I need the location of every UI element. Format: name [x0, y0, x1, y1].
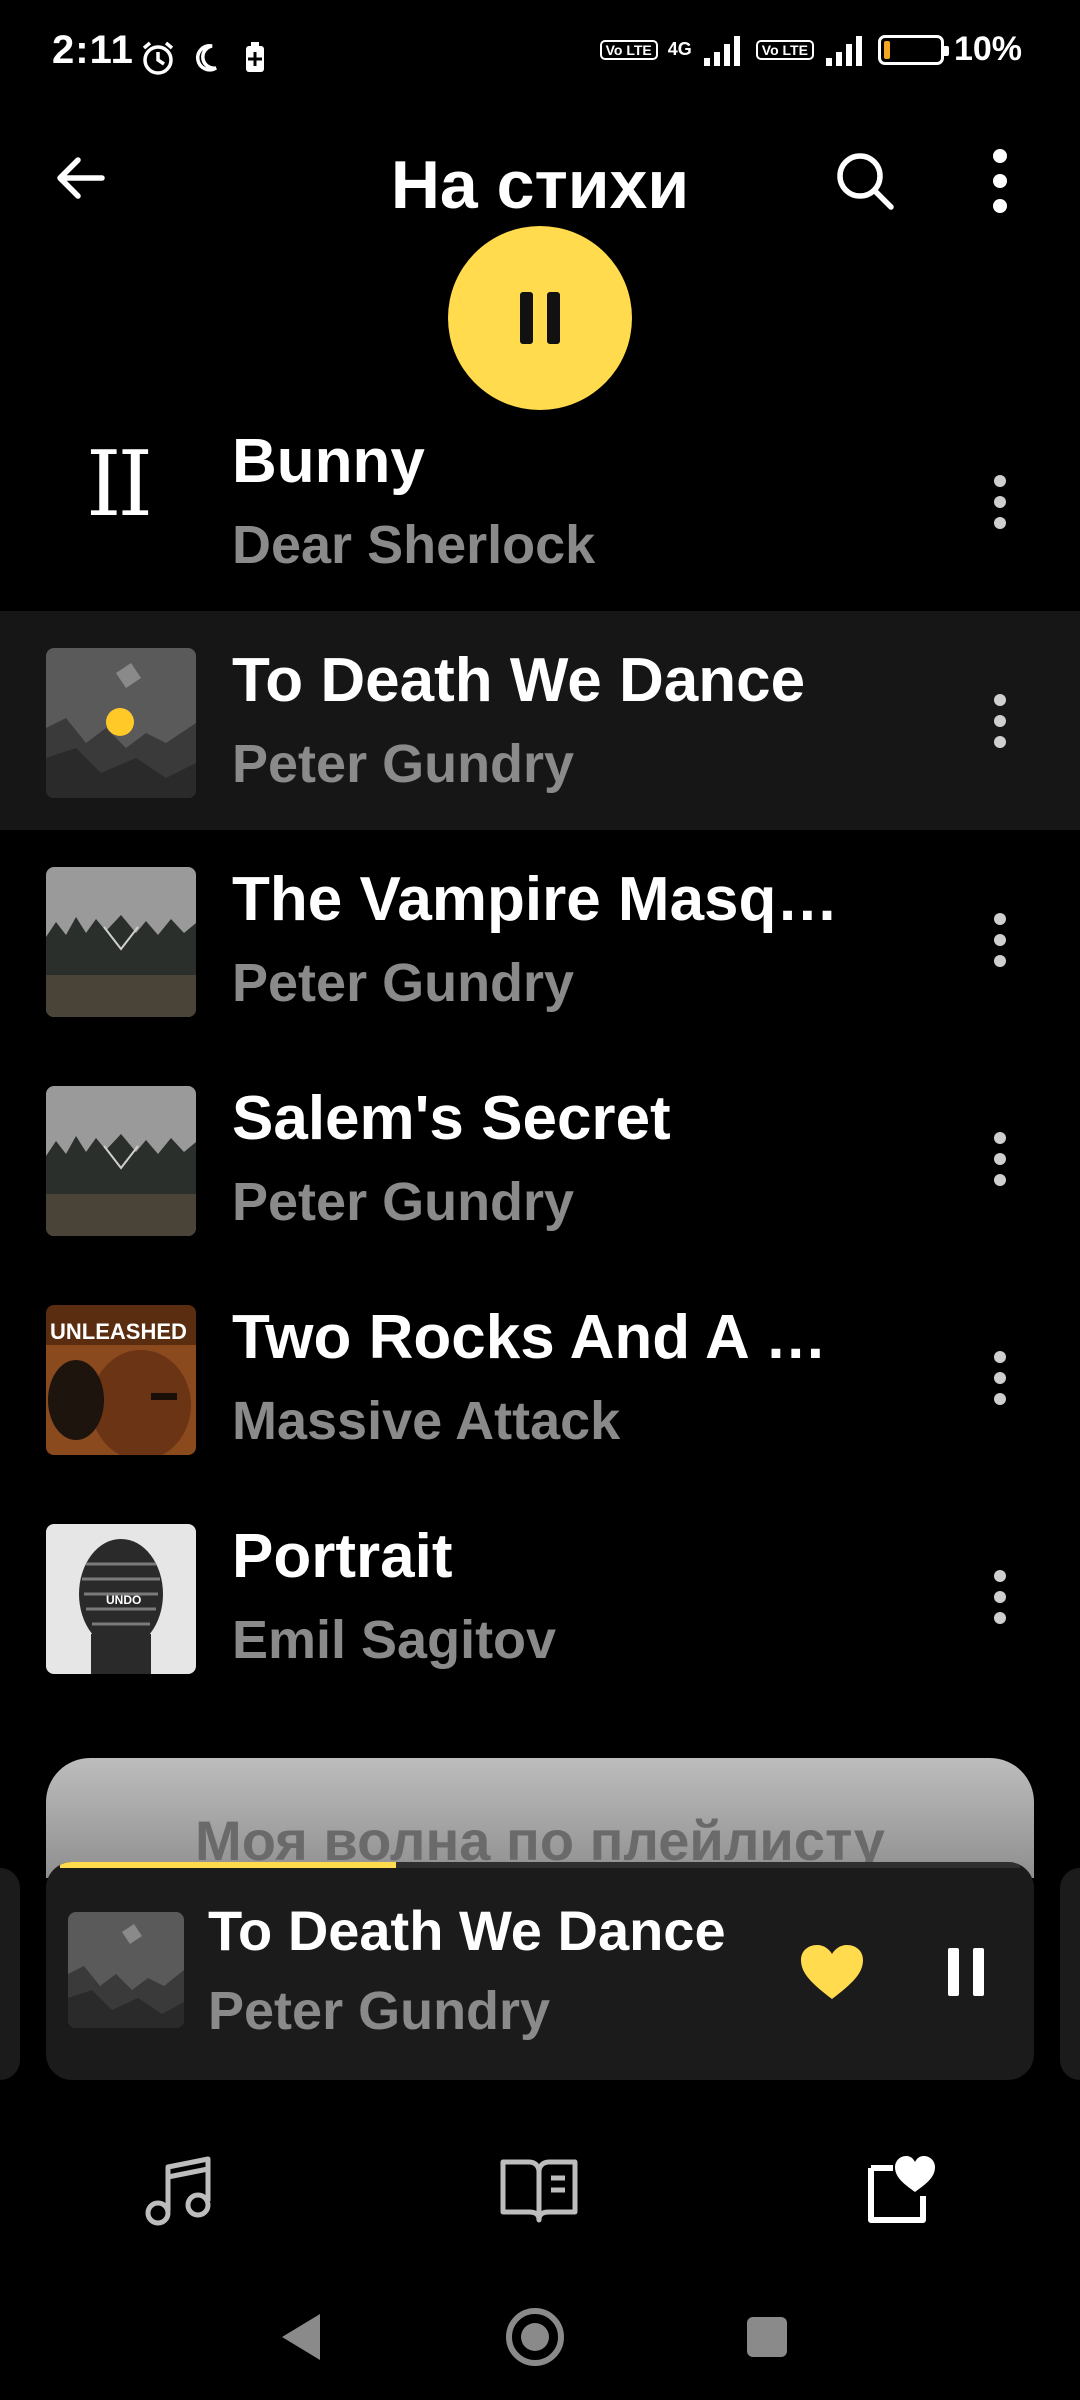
pause-icon: [520, 292, 560, 344]
track-list: II Bunny Dear Sherlock To Death We Dance…: [0, 392, 1080, 1706]
volte-badge-2: Vo LTE: [755, 39, 814, 60]
track-more-button[interactable]: [970, 671, 1030, 771]
more-options-button[interactable]: [960, 136, 1040, 226]
track-artist: Massive Attack: [232, 1391, 621, 1451]
track-artist: Emil Sagitov: [232, 1610, 557, 1670]
track-cover: UNDO: [46, 1524, 196, 1674]
battery-saver-icon: [246, 42, 264, 72]
track-title: Salem's Secret: [232, 1084, 671, 1153]
home-circle-icon: [506, 2308, 564, 2366]
volte-badge: Vo LTE: [599, 39, 658, 60]
track-title: To Death We Dance: [232, 646, 806, 715]
music-note-icon: [145, 2156, 211, 2226]
system-back-button[interactable]: [256, 2292, 346, 2382]
track-cover: [46, 867, 196, 1017]
back-triangle-icon: [282, 2314, 320, 2360]
track-title: The Vampire Masq…: [232, 865, 839, 934]
battery-icon: [877, 34, 949, 65]
collection-heart-icon: [868, 2156, 935, 2223]
battery-percent: 10%: [953, 30, 1022, 68]
search-icon: [837, 153, 894, 210]
track-artist: Peter Gundry: [232, 734, 575, 794]
bottom-navigation: [0, 2120, 1080, 2250]
system-home-button[interactable]: [490, 2292, 580, 2382]
status-time: 2:11: [52, 28, 134, 72]
my-wave-card[interactable]: Моя волна по плейлисту: [46, 1758, 1034, 1878]
track-row[interactable]: UNDO Portrait Emil Sagitov: [0, 1487, 1080, 1706]
track-row[interactable]: UNLEASHED Two Rocks And A … Massive Atta…: [0, 1268, 1080, 1487]
system-recents-button[interactable]: [722, 2292, 812, 2382]
battery-fill: [883, 40, 890, 59]
book-podcast-icon: [500, 2159, 578, 2223]
mini-player-next-peek: [1060, 1868, 1080, 2080]
track-more-button[interactable]: [970, 1109, 1030, 1209]
playback-progress-fill: [60, 1862, 396, 1868]
playback-progress[interactable]: [60, 1862, 1020, 1868]
status-icons-left: [138, 38, 268, 78]
recents-square-icon: [747, 2317, 787, 2357]
cover-text: UNLEASHED: [50, 1319, 187, 1344]
search-button[interactable]: [820, 136, 910, 226]
more-vertical-icon: [993, 149, 1007, 213]
track-more-button[interactable]: [970, 1547, 1030, 1647]
mini-player-prev-peek: [0, 1868, 20, 2080]
moon-icon: [195, 44, 217, 72]
track-artist: Peter Gundry: [232, 1172, 575, 1232]
nav-music[interactable]: [124, 2140, 234, 2240]
like-button[interactable]: [792, 1932, 872, 2012]
track-cover: [46, 1086, 196, 1236]
nav-books-podcasts[interactable]: [484, 2140, 594, 2240]
track-more-button[interactable]: [970, 890, 1030, 990]
track-row[interactable]: II Bunny Dear Sherlock: [0, 392, 1080, 611]
status-icons-right: Vo LTE 4G Vo LTE 10%: [599, 30, 1022, 69]
cover-text: UNDO: [106, 1593, 141, 1607]
network-type: 4G: [667, 39, 692, 59]
mini-pause-button[interactable]: [926, 1932, 1006, 2012]
mini-player-artist: Peter Gundry: [208, 1981, 551, 2041]
track-more-button[interactable]: [970, 452, 1030, 552]
signal-icon-2: [825, 35, 862, 66]
track-row[interactable]: Salem's Secret Peter Gundry: [0, 1049, 1080, 1268]
track-cover: [46, 648, 196, 798]
track-artist: Dear Sherlock: [232, 515, 596, 575]
nav-collection[interactable]: [846, 2140, 956, 2240]
track-artist: Peter Gundry: [232, 953, 575, 1013]
mini-player-cover: [68, 1912, 184, 2028]
now-playing-pause-icon[interactable]: II: [86, 432, 153, 537]
pause-icon: [948, 1948, 984, 1996]
mini-player-title: To Death We Dance: [208, 1899, 726, 1962]
track-row[interactable]: The Vampire Masq… Peter Gundry: [0, 830, 1080, 1049]
playlist-pause-button[interactable]: [448, 226, 632, 410]
track-cover: UNLEASHED: [46, 1305, 196, 1455]
track-title: Two Rocks And A …: [232, 1303, 827, 1372]
status-bar: 2:11 Vo LTE 4G Vo LTE 10%: [0, 0, 1080, 110]
alarm-icon: [142, 41, 174, 75]
page-title: На стихи: [390, 147, 690, 223]
signal-icon: [703, 35, 740, 66]
heart-icon: [801, 1945, 863, 1999]
track-more-button[interactable]: [970, 1328, 1030, 1428]
mini-player[interactable]: To Death We Dance Peter Gundry: [46, 1862, 1034, 2080]
now-playing-indicator: [106, 708, 134, 736]
track-title: Bunny: [232, 427, 425, 496]
track-title: Portrait: [232, 1522, 453, 1591]
system-navigation: [0, 2270, 1080, 2400]
track-row[interactable]: To Death We Dance Peter Gundry: [0, 611, 1080, 830]
